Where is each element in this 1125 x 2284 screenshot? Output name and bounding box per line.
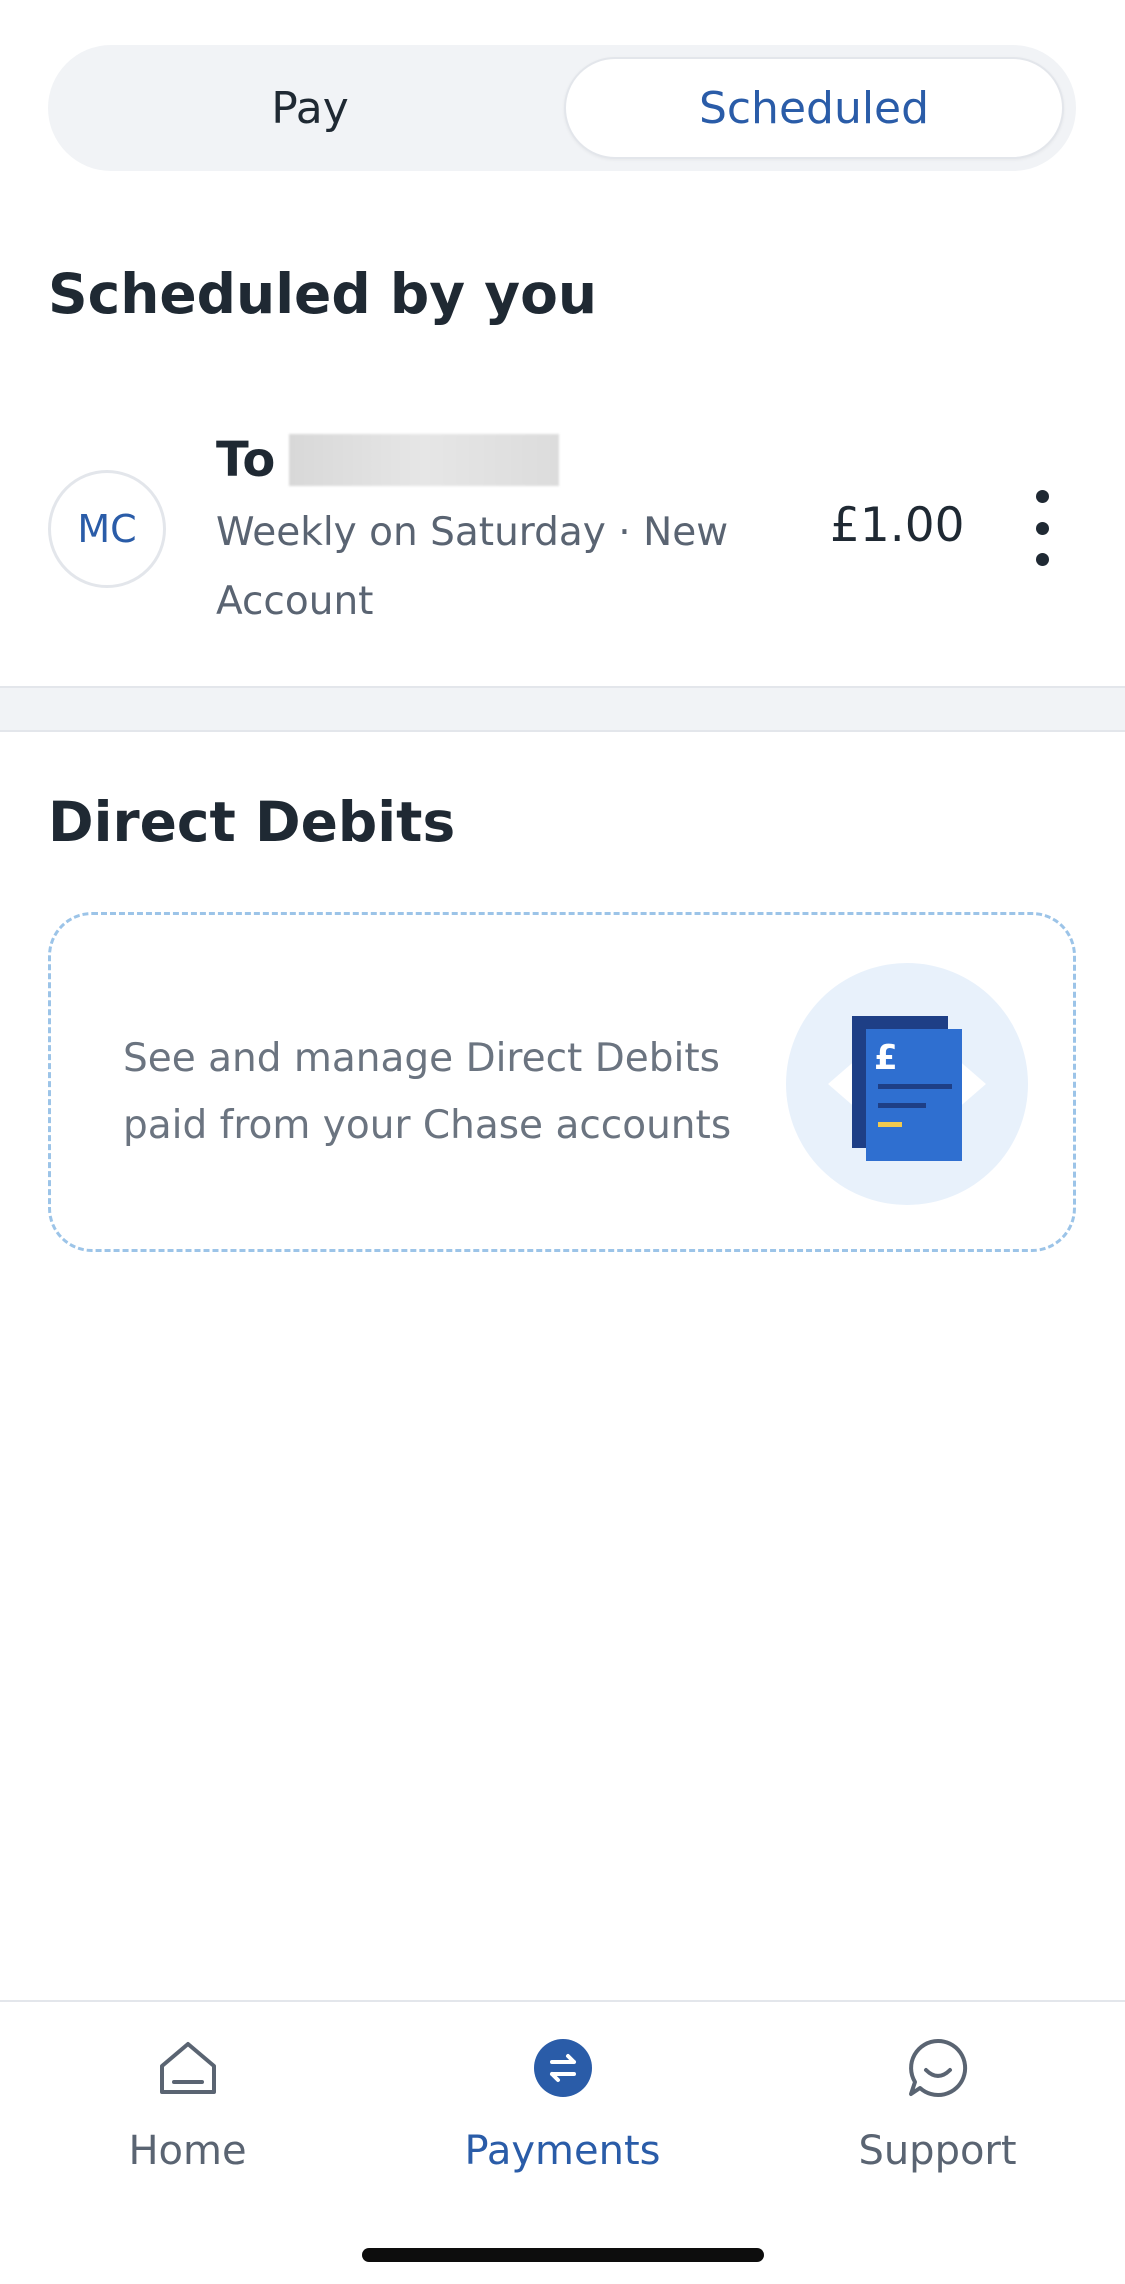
payee-avatar: MC — [48, 470, 166, 588]
payment-amount: £1.00 — [830, 498, 965, 553]
direct-debits-title: Direct Debits — [48, 790, 456, 854]
nav-support[interactable]: Support — [750, 2032, 1125, 2212]
payee-to-label: To — [216, 432, 276, 488]
nav-home-label: Home — [128, 2128, 247, 2174]
nav-payments-label: Payments — [464, 2128, 661, 2174]
payment-frequency: Weekly on Saturday — [216, 510, 606, 555]
home-icon — [152, 2032, 224, 2104]
chat-bubble-icon — [902, 2032, 974, 2104]
pound-document-icon: £ — [786, 963, 1028, 1205]
svg-text:£: £ — [874, 1038, 898, 1078]
nav-home[interactable]: Home — [0, 2032, 375, 2212]
direct-debits-description: See and manage Direct Debits paid from y… — [123, 1036, 732, 1148]
nav-support-label: Support — [858, 2128, 1017, 2174]
payments-segmented-control: Pay Scheduled — [48, 45, 1076, 171]
nav-payments[interactable]: Payments — [375, 2032, 750, 2212]
section-divider — [0, 686, 1125, 732]
payee-line: To — [216, 432, 560, 488]
scheduled-section-title: Scheduled by you — [48, 262, 598, 326]
more-dot — [1035, 490, 1049, 503]
meta-separator: · — [618, 510, 631, 555]
transfer-arrows-icon — [527, 2032, 599, 2104]
payee-name-redacted — [289, 434, 560, 486]
more-dot — [1035, 521, 1049, 535]
bottom-navigation: Home Payments Support — [0, 2000, 1125, 2284]
home-indicator — [362, 2248, 764, 2262]
tab-pay[interactable]: Pay — [60, 57, 560, 159]
tab-scheduled[interactable]: Scheduled — [564, 57, 1064, 159]
payment-details: Weekly on Saturday · New Account — [216, 498, 776, 636]
direct-debits-card[interactable]: See and manage Direct Debits paid from y… — [48, 912, 1076, 1252]
more-dot — [1035, 553, 1049, 566]
more-vertical-icon[interactable] — [1018, 490, 1066, 566]
